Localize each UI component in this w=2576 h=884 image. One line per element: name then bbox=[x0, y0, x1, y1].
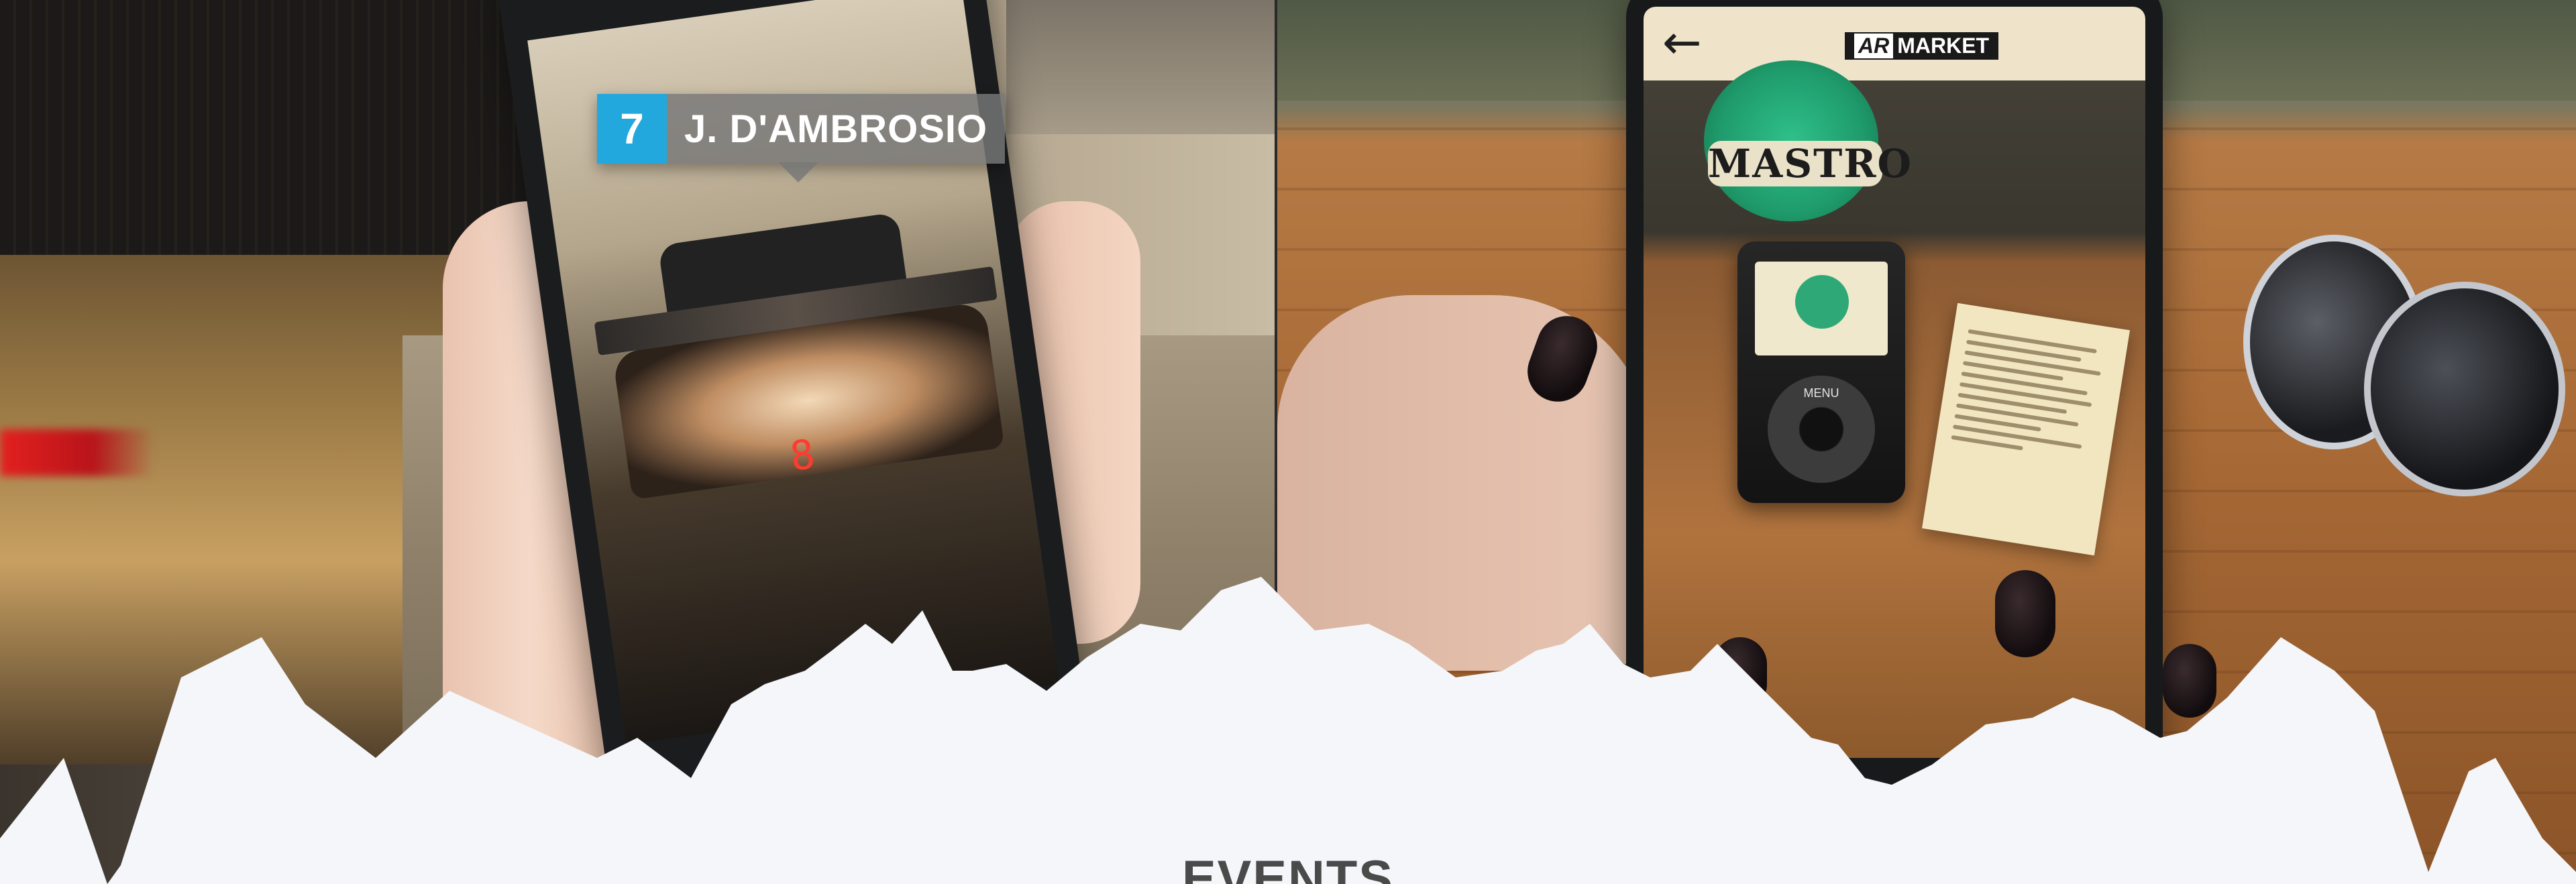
section-title: EVENTS bbox=[1181, 850, 1395, 884]
page-root: 8 7 J. D'AMBROSIO ← AR MARKET MASTRO MEN… bbox=[0, 0, 2576, 884]
mountain-separator bbox=[0, 577, 2576, 884]
